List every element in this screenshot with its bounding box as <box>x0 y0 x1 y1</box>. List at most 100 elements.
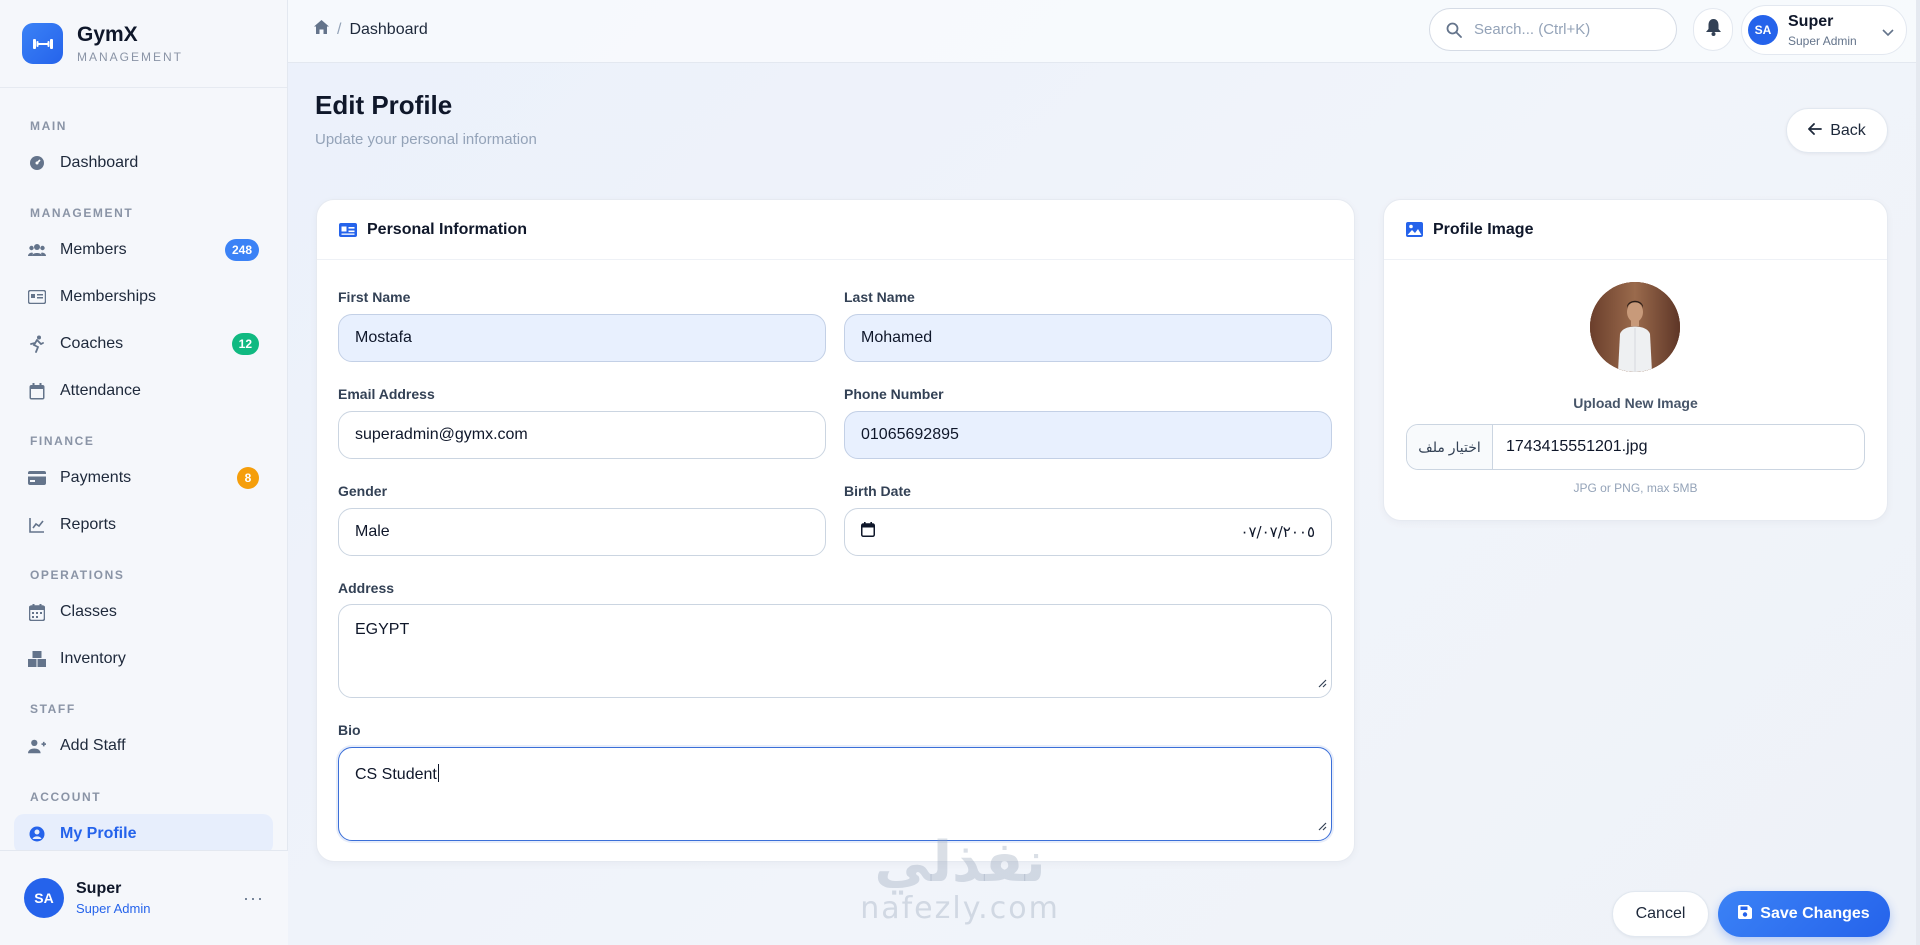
boxes-icon <box>28 650 46 668</box>
sidebar-item-inventory[interactable]: Inventory <box>14 639 273 679</box>
sidebar-item-label: Payments <box>60 469 132 486</box>
user-circle-icon <box>28 825 46 843</box>
cancel-button[interactable]: Cancel <box>1612 891 1709 937</box>
home-icon[interactable] <box>314 20 329 39</box>
breadcrumb: / Dashboard <box>314 20 428 39</box>
sidebar-user-card[interactable]: SA Super Super Admin ··· <box>0 850 288 945</box>
file-name: 1743415551201.jpg <box>1506 438 1648 455</box>
phone-label: Phone Number <box>844 386 944 402</box>
phone-field[interactable]: 01065692895 <box>844 411 1332 459</box>
credit-card-icon <box>28 469 46 487</box>
search-placeholder: Search... (Ctrl+K) <box>1474 21 1591 38</box>
avatar: SA <box>24 878 64 918</box>
address-label: Address <box>338 580 395 596</box>
sidebar-item-my-profile[interactable]: My Profile <box>14 814 273 854</box>
notifications-button[interactable] <box>1693 8 1733 51</box>
gauge-icon <box>28 154 46 172</box>
save-icon <box>1738 904 1753 924</box>
chart-line-icon <box>28 516 46 534</box>
section-title-operations: OPERATIONS <box>30 568 125 582</box>
back-label: Back <box>1830 121 1866 139</box>
sidebar: GymX MANAGEMENT MAIN Dashboard MANAGEMEN… <box>0 0 288 945</box>
resize-grip-icon[interactable] <box>1317 675 1327 693</box>
sidebar-item-payments[interactable]: Payments 8 <box>14 458 273 498</box>
user-role: Super Admin <box>1788 33 1857 48</box>
users-icon <box>28 241 46 259</box>
save-button[interactable]: Save Changes <box>1718 891 1890 937</box>
breadcrumb-current[interactable]: Dashboard <box>349 21 427 39</box>
topbar: / Dashboard Search... (Ctrl+K) SA Super … <box>288 0 1920 63</box>
sidebar-item-reports[interactable]: Reports <box>14 505 273 545</box>
search-input[interactable]: Search... (Ctrl+K) <box>1429 8 1677 51</box>
profile-photo <box>1590 282 1680 372</box>
sidebar-item-classes[interactable]: Classes <box>14 592 273 632</box>
sidebar-item-memberships[interactable]: Memberships <box>14 277 273 317</box>
coaches-count-badge: 12 <box>231 333 259 355</box>
first-name-label: First Name <box>338 289 411 305</box>
image-icon <box>1406 222 1423 237</box>
user-plus-icon <box>28 737 46 755</box>
brand-name: GymX <box>77 23 138 46</box>
brand-subtitle: MANAGEMENT <box>77 50 184 64</box>
file-hint: JPG or PNG, max 5MB <box>1573 481 1698 495</box>
sidebar-item-label: Members <box>60 241 127 258</box>
sidebar-item-label: Dashboard <box>60 154 139 171</box>
sidebar-item-label: Inventory <box>60 650 126 667</box>
birth-date-label: Birth Date <box>844 483 911 499</box>
sidebar-item-label: Memberships <box>60 288 157 305</box>
first-name-field[interactable]: Mostafa <box>338 314 826 362</box>
bio-label: Bio <box>338 722 361 738</box>
search-icon <box>1446 22 1462 38</box>
last-name-field[interactable]: Mohamed <box>844 314 1332 362</box>
chevron-down-icon <box>1882 24 1894 42</box>
section-title-staff: STAFF <box>30 702 76 716</box>
watermark-latin: nafezly.com <box>860 891 1060 926</box>
address-textarea[interactable]: EGYPT <box>338 604 1332 698</box>
id-card-icon <box>28 288 46 306</box>
sidebar-item-label: Coaches <box>60 335 124 352</box>
section-title-finance: FINANCE <box>30 434 95 448</box>
sidebar-item-attendance[interactable]: Attendance <box>14 371 273 411</box>
text-caret <box>437 764 439 782</box>
watermark: نفذلي nafezly.com <box>850 835 1070 927</box>
sidebar-item-coaches[interactable]: Coaches 12 <box>14 324 273 364</box>
email-label: Email Address <box>338 386 435 402</box>
calendar-icon[interactable] <box>861 522 875 542</box>
cancel-label: Cancel <box>1635 905 1686 922</box>
running-icon <box>28 335 46 353</box>
birth-date-field[interactable]: ٠٧/٠٧/٢٠٠٥ <box>844 508 1332 556</box>
card-title: Profile Image <box>1433 220 1534 238</box>
dumbbell-icon <box>22 23 63 64</box>
user-name: Super <box>1788 12 1834 30</box>
gender-label: Gender <box>338 483 388 499</box>
sidebar-item-label: My Profile <box>60 825 137 842</box>
sidebar-item-label: Reports <box>60 516 117 533</box>
arrow-left-icon <box>1807 122 1823 140</box>
back-button[interactable]: Back <box>1786 108 1888 153</box>
resize-grip-icon[interactable] <box>1317 818 1327 836</box>
calendar-check-icon <box>28 382 46 400</box>
birth-date-value: ٠٧/٠٧/٢٠٠٥ <box>1240 523 1315 541</box>
gender-select[interactable]: Male <box>338 508 826 556</box>
file-input[interactable]: اختيار ملف 1743415551201.jpg <box>1406 424 1865 470</box>
more-options-icon[interactable]: ··· <box>243 888 264 909</box>
scrollbar[interactable] <box>1916 0 1920 945</box>
save-label: Save Changes <box>1760 905 1870 922</box>
sidebar-item-add-staff[interactable]: Add Staff <box>14 726 273 766</box>
sidebar-item-dashboard[interactable]: Dashboard <box>14 143 273 183</box>
brand[interactable]: GymX MANAGEMENT <box>0 0 287 88</box>
email-field[interactable]: superadmin@gymx.com <box>338 411 826 459</box>
last-name-label: Last Name <box>844 289 915 305</box>
user-menu[interactable]: SA Super Super Admin <box>1741 5 1907 55</box>
section-title-management: MANAGEMENT <box>30 206 134 220</box>
upload-label: Upload New Image <box>1573 395 1698 411</box>
sidebar-item-label: Classes <box>60 603 117 620</box>
address-value: EGYPT <box>355 621 410 638</box>
id-card-icon <box>339 222 357 237</box>
bio-textarea[interactable]: CS Student <box>338 747 1332 841</box>
sidebar-item-label: Add Staff <box>60 737 126 754</box>
section-title-main: MAIN <box>30 119 68 133</box>
page-subtitle: Update your personal information <box>315 131 537 148</box>
sidebar-item-members[interactable]: Members 248 <box>14 230 273 270</box>
choose-file-button[interactable]: اختيار ملف <box>1407 425 1493 469</box>
